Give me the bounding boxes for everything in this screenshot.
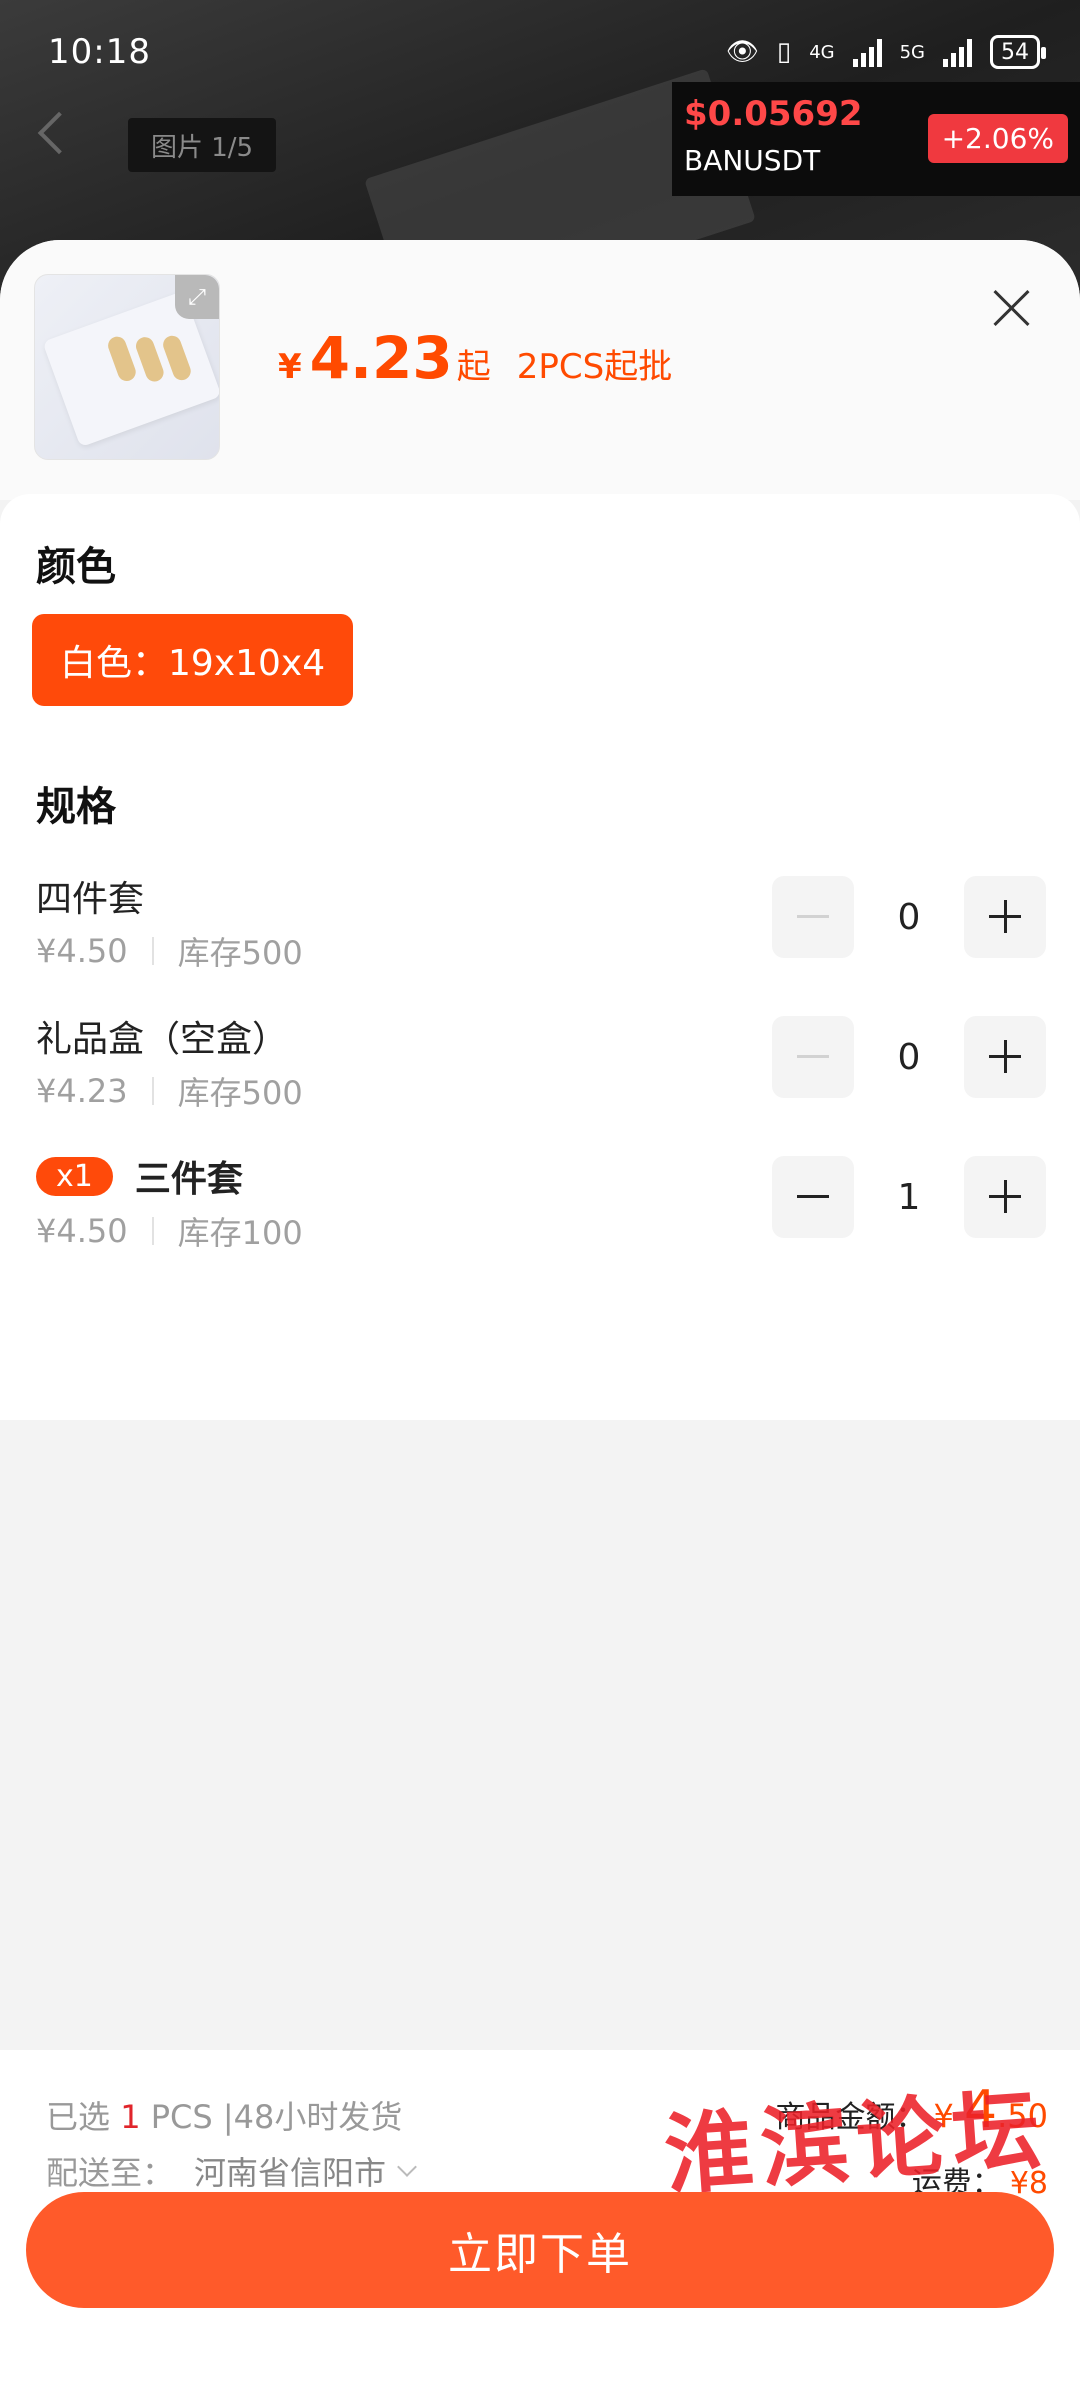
quantity-stepper: 0 (772, 876, 1046, 958)
status-icons: 👁 ▯ 4G 5G 54 (725, 32, 1046, 72)
spec-stock: 库存100 (177, 1214, 303, 1252)
spec-row: x1 三件套 ¥4.50 库存100 1 (0, 1150, 1080, 1270)
increase-button[interactable] (964, 1016, 1046, 1098)
spec-stock: 库存500 (177, 1074, 303, 1112)
color-section-title: 颜色 (36, 544, 116, 590)
forum-watermark: 淮滨论坛 (661, 2076, 1052, 2208)
divider (151, 1217, 154, 1245)
price-suffix: 起 (456, 347, 491, 387)
ticker-change-badge: +2.06% (927, 114, 1068, 163)
spec-meta: ¥4.23 库存500 (36, 1068, 303, 1114)
spec-name-selected: x1 三件套 (36, 1150, 243, 1202)
selected-count: 1 (120, 2098, 141, 2136)
quantity-badge: x1 (36, 1156, 113, 1196)
shipping-destination[interactable]: 配送至： 河南省信阳市 (46, 2148, 417, 2194)
increase-button[interactable] (964, 1156, 1046, 1238)
signal-icon (852, 37, 882, 67)
options-panel: 颜色 白色：19x10x4 规格 四件套 ¥4.50 库存500 0 礼品盒（空… (0, 494, 1080, 1420)
place-order-button[interactable]: 立即下单 (26, 2192, 1054, 2308)
spec-meta: ¥4.50 库存100 (36, 1208, 303, 1254)
product-price: 4.23 (309, 324, 453, 392)
expand-icon[interactable]: ⤢ (175, 275, 219, 319)
price-row: ¥ 4.23 起 2PCS起批 (278, 324, 672, 392)
sheet-header: ⤢ ¥ 4.23 起 2PCS起批 (0, 240, 1080, 500)
spec-price: ¥4.23 (36, 1072, 128, 1110)
ticker-price: $0.05692 (684, 94, 863, 134)
spec-name: 三件套 (134, 1159, 243, 1200)
quantity-value[interactable]: 0 (854, 1037, 964, 1078)
selection-summary: 已选 1 PCS |48小时发货 (46, 2092, 402, 2138)
spec-name: 四件套 (36, 879, 145, 920)
ship-address: 河南省信阳市 (194, 2154, 387, 2192)
divider (151, 1077, 154, 1105)
spec-row: 礼品盒（空盒） ¥4.23 库存500 0 (0, 1010, 1080, 1130)
selected-suffix: PCS |48小时发货 (140, 2098, 403, 2136)
network-5g-label: 5G (899, 41, 925, 63)
battery-level: 54 (1001, 39, 1029, 65)
battery-icon: 54 (990, 35, 1046, 69)
spec-price: ¥4.50 (36, 932, 128, 970)
spec-price: ¥4.50 (36, 1212, 128, 1250)
quantity-stepper: 1 (772, 1156, 1046, 1238)
decrease-button[interactable] (772, 1156, 854, 1238)
signal-icon (943, 37, 972, 67)
increase-button[interactable] (964, 876, 1046, 958)
spec-name: 礼品盒（空盒） (36, 1019, 289, 1060)
vibrate-icon: ▯ (776, 37, 792, 67)
eye-icon: 👁 (725, 37, 759, 67)
spec-row: 四件套 ¥4.50 库存500 0 (0, 870, 1080, 990)
divider (151, 937, 154, 965)
ship-label: 配送至： (46, 2154, 175, 2192)
image-counter: 图片 1/5 (128, 118, 276, 172)
spec-section-title: 规格 (36, 784, 116, 830)
close-icon[interactable] (988, 284, 1036, 332)
min-order-quantity: 2PCS起批 (516, 347, 673, 387)
status-time: 10:18 (48, 32, 151, 72)
chevron-down-icon (397, 2157, 417, 2177)
quantity-value[interactable]: 1 (854, 1177, 964, 1218)
product-thumbnail[interactable]: ⤢ (34, 274, 220, 460)
spec-meta: ¥4.50 库存500 (36, 928, 303, 974)
decrease-button[interactable] (772, 876, 854, 958)
color-option-selected[interactable]: 白色：19x10x4 (32, 614, 354, 706)
price-currency: ¥ (278, 347, 302, 387)
spec-stock: 库存500 (177, 934, 303, 972)
decrease-button[interactable] (772, 1016, 854, 1098)
quantity-value[interactable]: 0 (854, 897, 964, 938)
network-4g-label: 4G (809, 41, 835, 63)
quantity-stepper: 0 (772, 1016, 1046, 1098)
selected-prefix: 已选 (46, 2098, 121, 2136)
price-ticker-overlay[interactable]: $0.05692 BANUSDT +2.06% (672, 82, 1080, 196)
ticker-symbol: BANUSDT (684, 144, 821, 177)
